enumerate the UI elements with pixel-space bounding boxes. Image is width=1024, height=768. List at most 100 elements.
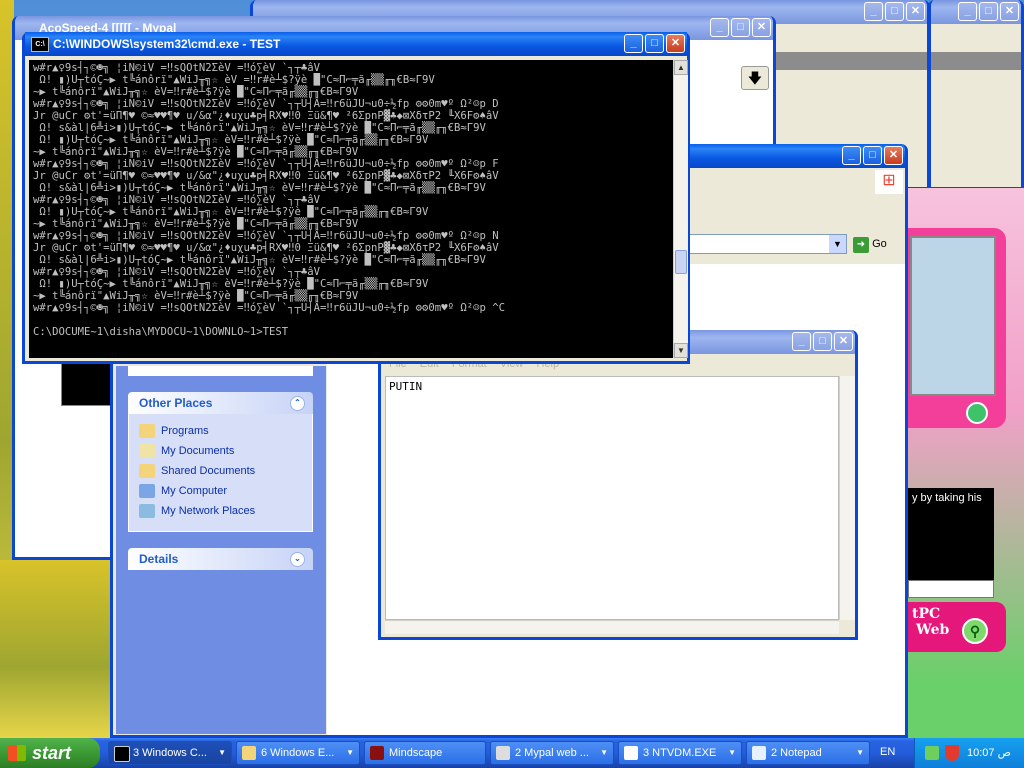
console-line: Ω! ▮)U┬tóÇ~▶ t╚ánôrï"▲WiJ╥╗☆ èV=‼r#è┴$?ÿ… xyxy=(33,278,429,290)
taskbar-button-ntvdm[interactable]: 3 NTVDM.EXE ▼ xyxy=(618,741,742,765)
minimize-button[interactable]: _ xyxy=(842,146,861,165)
windows-logo-icon xyxy=(8,745,26,761)
start-button[interactable]: start xyxy=(0,738,100,768)
cmd-vertical-scrollbar[interactable]: ▲ ▼ xyxy=(673,60,688,358)
console-line: Jr @uCr ⚙t'=üΠ¶♥ ©≈♥♥¶♥ u/&α"¿♦uχu♣p╡RX♥… xyxy=(33,242,499,254)
green-round-button[interactable] xyxy=(966,402,988,424)
cmd-icon xyxy=(114,746,130,762)
console-line: ~▶ t╚ánôrï"▲WiJ╥╗☆ èV=‼r#è┴$?ÿè █"C≈Π⌐╤ã… xyxy=(33,218,359,230)
mypal-icon xyxy=(496,746,510,760)
close-button[interactable]: ✕ xyxy=(666,34,685,53)
console-line: Jr @uCr ⚙t'=üΠ¶♥ ©≈♥♥¶♥ u/&α"¿♦uχu♣p╡RX♥… xyxy=(33,170,499,182)
window-icon xyxy=(624,746,638,760)
dropdown-arrow-icon: ▼ xyxy=(346,748,354,757)
collapse-chevron-icon[interactable]: ⌃ xyxy=(290,396,305,411)
other-places-header[interactable]: Other Places ⌃ xyxy=(128,392,313,414)
console-line: Ω! ▮)U┬tóÇ~▶ t╚ánôrï"▲WiJ╥╗☆ èV=‼r#è┴$?ÿ… xyxy=(33,134,429,146)
mypal-game-panel xyxy=(908,228,1006,428)
minimize-button[interactable]: _ xyxy=(710,18,729,37)
place-link-my-documents[interactable]: My Documents xyxy=(139,442,234,460)
maximize-button[interactable]: □ xyxy=(813,332,832,351)
close-button[interactable]: ✕ xyxy=(834,332,853,351)
desktop-wallpaper-bottom-left xyxy=(0,560,116,738)
console-line: w#r▲♀9s┤┐©☻╗ ¦iN©iV =‼sQOtN2ΣèV =‼ó∑èV `… xyxy=(33,230,499,242)
brand-line-2: Web xyxy=(916,622,950,638)
go-button[interactable]: ➜ Go xyxy=(853,234,903,254)
language-indicator[interactable]: EN xyxy=(880,746,895,758)
maximize-button[interactable]: □ xyxy=(645,34,664,53)
expand-chevron-icon[interactable]: ⌄ xyxy=(290,552,305,567)
console-line: Ω! ▮)U┬tóÇ~▶ t╚ánôrï"▲WiJ╥╗☆ èV=‼r#è┴$?ÿ… xyxy=(33,206,429,218)
mindscape-icon xyxy=(370,746,384,760)
place-link-shared-documents[interactable]: Shared Documents xyxy=(139,462,255,480)
maximize-button[interactable]: □ xyxy=(731,18,750,37)
console-line: Ω! ▮)U┬tóÇ~▶ t╚ánôrï"▲WiJ╥╗☆ èV =‼r#è┴$?… xyxy=(33,74,435,86)
console-line: w#r▲♀9s┤┐©☻╗ ¦iN©iV =‼sQOtN2ΣèV =‼ó∑èV `… xyxy=(33,62,321,74)
taskbar-button-notepad[interactable]: 2 Notepad ▼ xyxy=(746,741,870,765)
network-icon xyxy=(139,504,155,519)
close-button[interactable]: ✕ xyxy=(884,146,903,165)
background-window-2[interactable]: _ □ ✕ xyxy=(928,0,1024,190)
console-line: ~▶ t╚ánôrï"▲WiJ╥╗☆ èV=‼r#è┴$?ÿè █"C≈Π⌐╤ã… xyxy=(33,86,359,98)
minimize-button[interactable]: _ xyxy=(624,34,643,53)
notepad-horizontal-scrollbar[interactable] xyxy=(385,620,839,634)
place-link-my-computer[interactable]: My Computer xyxy=(139,482,227,500)
scroll-down-arrow[interactable]: ▼ xyxy=(674,343,688,358)
minimize-button[interactable]: _ xyxy=(792,332,811,351)
maximize-button[interactable]: □ xyxy=(863,146,882,165)
download-arrow-button[interactable]: 🡇 xyxy=(741,66,769,90)
minimize-button[interactable]: _ xyxy=(864,2,883,21)
console-line: Jr @uCr ⚙t'=üΠ¶♥ ©≈♥♥¶♥ u/&α"¿♦uχu♣p╡RX♥… xyxy=(33,110,499,122)
folder-icon xyxy=(139,424,155,439)
taskbar: start 3 Windows C... ▼ 6 Windows E... ▼ Mi… xyxy=(0,738,1024,768)
mypal-brand: tPC Web ⚲ xyxy=(908,602,1006,652)
documents-icon xyxy=(139,444,155,459)
notepad-text-area[interactable]: PUTIN xyxy=(385,376,839,620)
maximize-button[interactable]: □ xyxy=(885,2,904,21)
brand-line-1: tPC xyxy=(912,606,941,622)
place-link-programs[interactable]: Programs xyxy=(139,422,209,440)
console-line: w#r▲♀9s┤┐©☻╗ ¦iN©iV =‼sQOtN2ΣèV =‼ó∑èV `… xyxy=(33,266,321,278)
windows-flag-icon: ⊞ xyxy=(875,170,903,194)
explorer-task-pane: Other Places ⌃ Programs My Documents Sha… xyxy=(116,366,326,734)
search-key-icon[interactable]: ⚲ xyxy=(962,618,988,644)
close-button[interactable]: ✕ xyxy=(906,2,925,21)
cmd-window[interactable]: C:\ C:\WINDOWS\system32\cmd.exe - TEST _… xyxy=(22,32,690,364)
console-line: w#r▲♀9s┤┐©☻╗ ¦iN©iV =‼sQOtN2ΣèV =‼ó∑èV `… xyxy=(33,194,321,206)
security-shield-icon[interactable] xyxy=(945,745,959,761)
console-line: w#r▲♀9s┤┐©☻╗ ¦iN©iV =‼sQOtN2ΣèV =‼ó∑èV `… xyxy=(33,302,505,314)
notepad-vertical-scrollbar[interactable] xyxy=(839,376,855,620)
cmd-title: C:\WINDOWS\system32\cmd.exe - TEST xyxy=(53,37,281,51)
mypal-window-fragment: y by taking his tPC Web ⚲ xyxy=(908,188,1024,738)
console-line: w#r▲♀9s┤┐©☻╗ ¦iN©iV =‼sQOtN2ΣèV =‼ó∑èV `… xyxy=(33,158,499,170)
other-places-body: Programs My Documents Shared Documents M… xyxy=(128,414,313,532)
scroll-thumb[interactable] xyxy=(675,250,687,274)
notepad-window[interactable]: _ □ ✕ File Edit Format View Help PUTIN xyxy=(378,330,858,640)
chat-snippet: y by taking his xyxy=(912,492,982,504)
maximize-button[interactable]: □ xyxy=(979,2,998,21)
place-link-my-network-places[interactable]: My Network Places xyxy=(139,502,255,520)
notepad-content: PUTIN xyxy=(389,380,423,393)
address-dropdown-arrow[interactable]: ▼ xyxy=(829,235,846,253)
clock[interactable]: 10:07 ص xyxy=(967,746,1011,759)
close-button[interactable]: ✕ xyxy=(752,18,771,37)
console-line: ~▶ t╚ánôrï"▲WiJ╥╗☆ èV=‼r#è┴$?ÿè █"C≈Π⌐╤ã… xyxy=(33,290,359,302)
computer-icon xyxy=(139,484,155,499)
taskbar-button-mypal[interactable]: 2 Mypal web ... ▼ xyxy=(490,741,614,765)
taskbar-button-explorer[interactable]: 6 Windows E... ▼ xyxy=(236,741,360,765)
mypal-dropdown[interactable] xyxy=(908,580,994,598)
minimize-button[interactable]: _ xyxy=(958,2,977,21)
dropdown-arrow-icon: ▼ xyxy=(728,748,736,757)
system-tray: 10:07 ص xyxy=(914,738,1024,768)
taskbar-button-mindscape[interactable]: Mindscape xyxy=(364,741,486,765)
console-line: Ω! s&àl|6╩i>▮)U┬tóÇ~▶ t╚ánôrï"▲WiJ╥╗☆ èV… xyxy=(33,182,486,194)
details-header[interactable]: Details ⌄ xyxy=(128,548,313,570)
taskbar-button-cmd[interactable]: 3 Windows C... ▼ xyxy=(108,741,232,765)
scroll-up-arrow[interactable]: ▲ xyxy=(674,60,688,75)
close-button[interactable]: ✕ xyxy=(1000,2,1019,21)
network-tray-icon[interactable] xyxy=(925,746,939,760)
console-output[interactable]: w#r▲♀9s┤┐©☻╗ ¦iN©iV =‼sQOtN2ΣèV =‼ó∑èV `… xyxy=(29,60,673,358)
dropdown-arrow-icon: ▼ xyxy=(856,748,864,757)
notepad-icon xyxy=(752,746,766,760)
